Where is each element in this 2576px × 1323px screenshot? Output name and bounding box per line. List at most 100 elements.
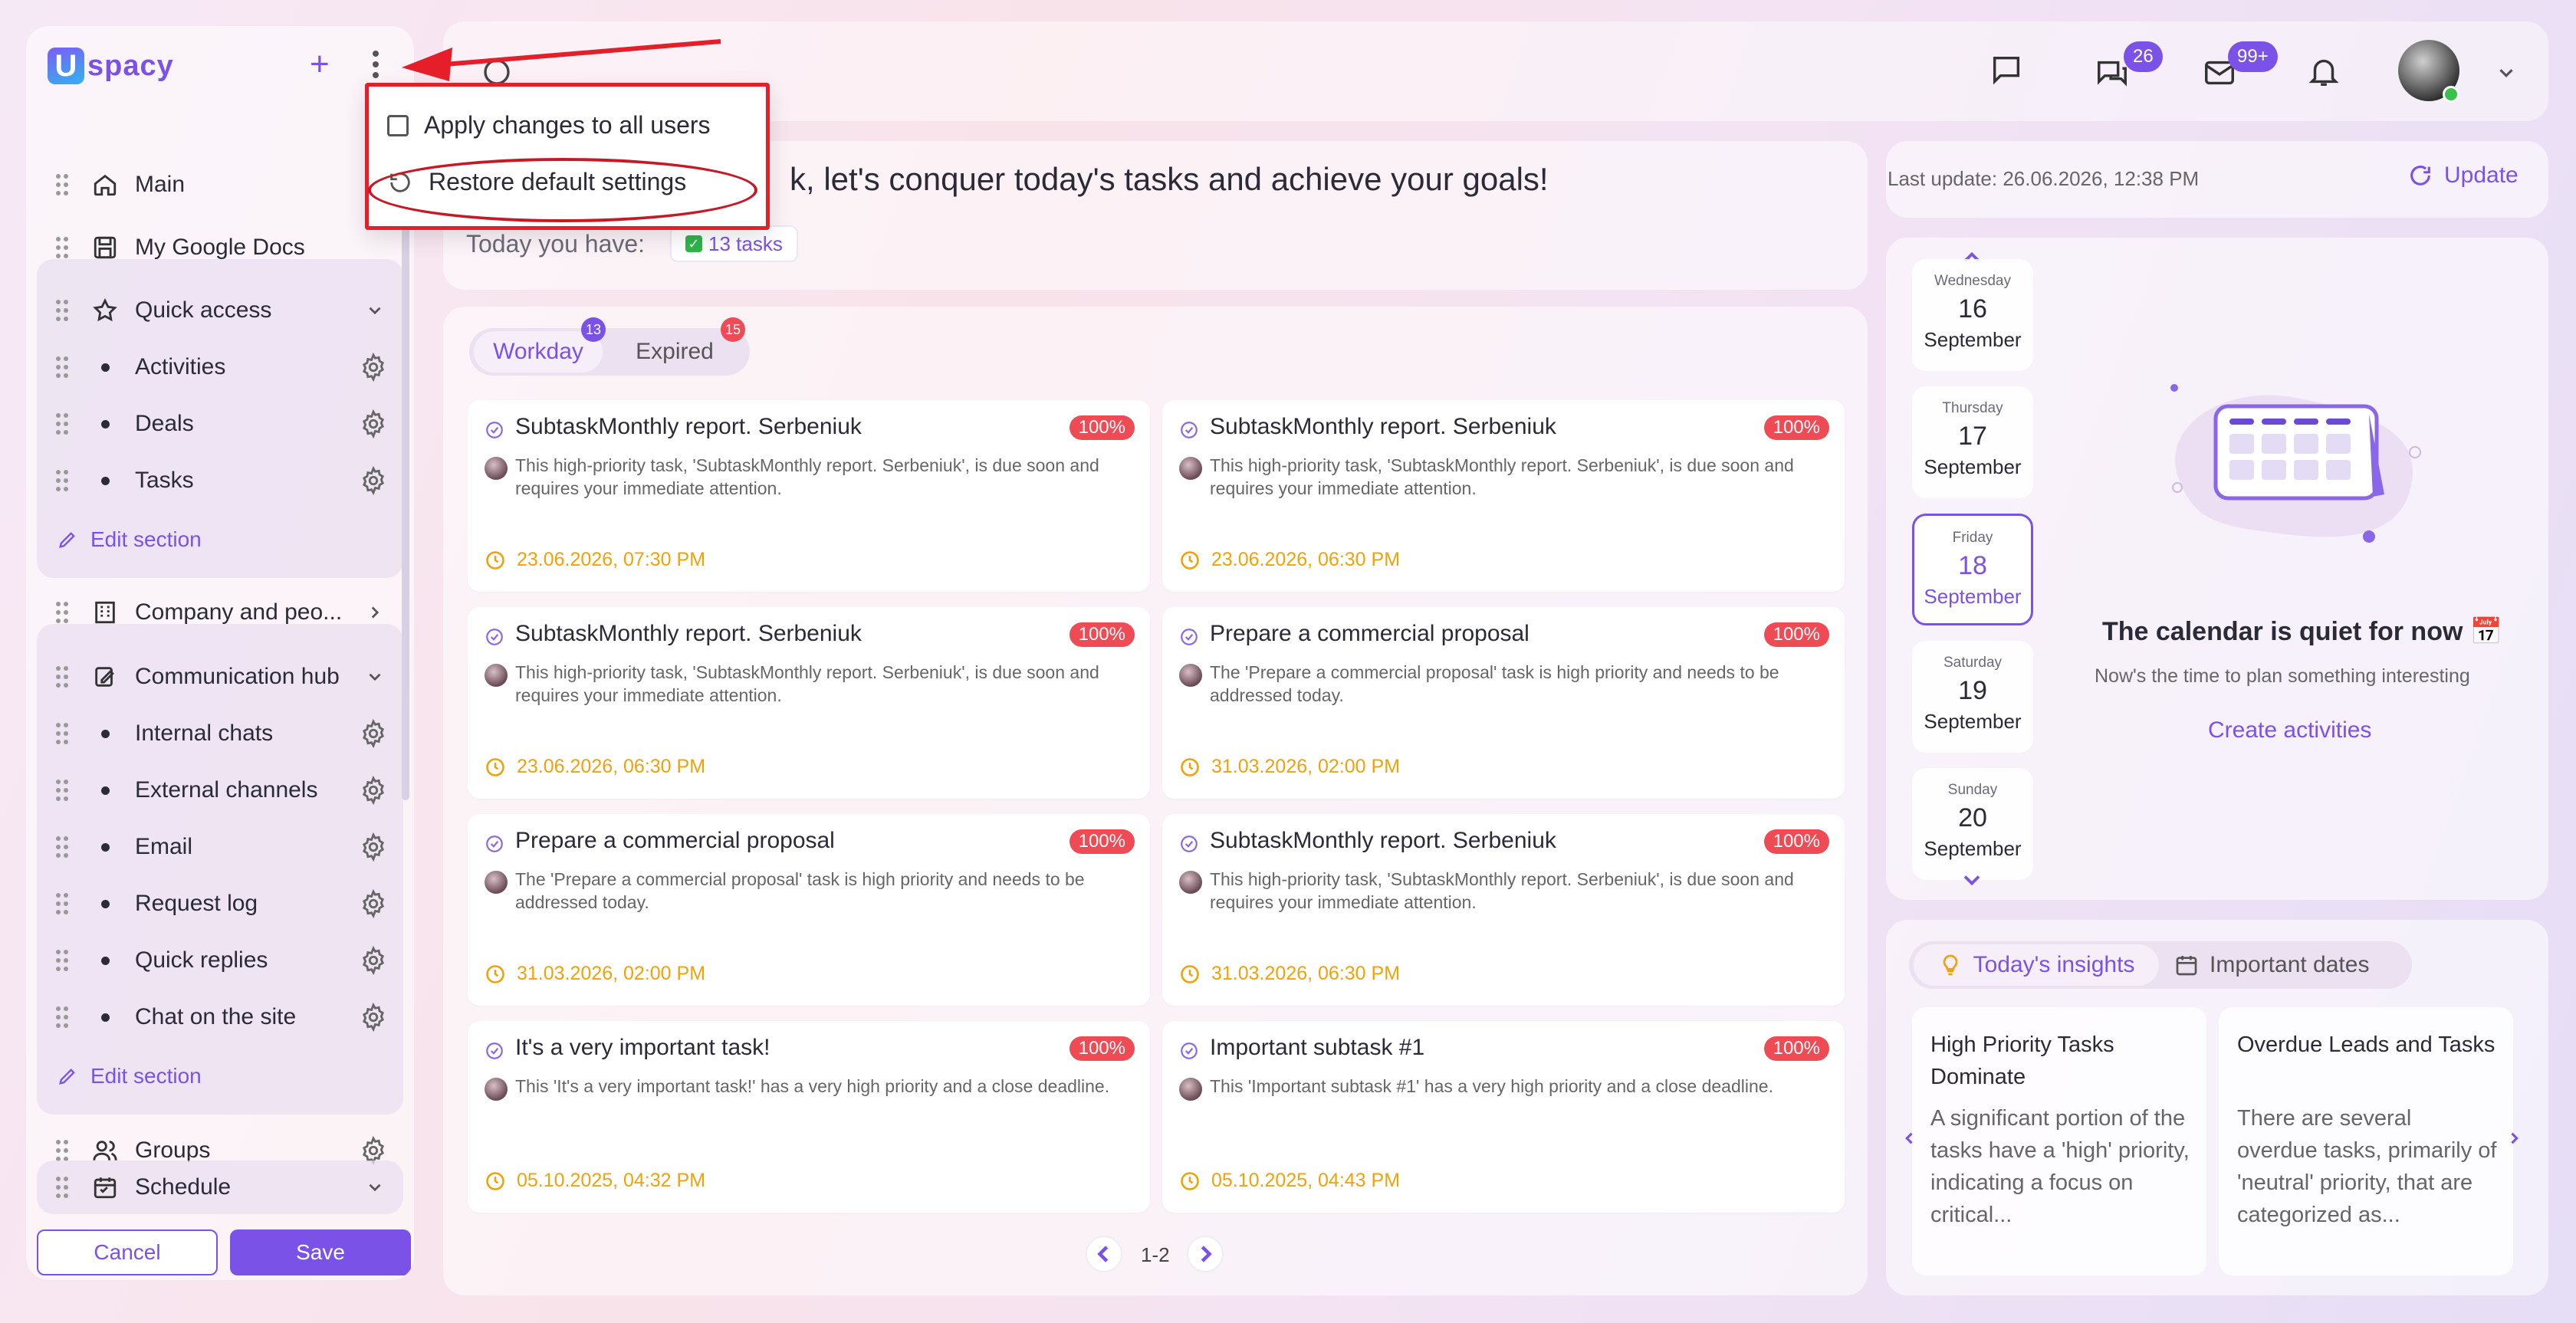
task-description: This high-priority task, 'SubtaskMonthly… — [1210, 869, 1794, 912]
task-assignee-avatar — [1179, 664, 1202, 687]
sidebar-item-label: Chat on the site — [135, 1004, 297, 1029]
prev-page-button[interactable] — [1086, 1236, 1122, 1272]
tab-important-dates[interactable]: Important dates — [2174, 944, 2404, 986]
gear-icon[interactable] — [359, 719, 388, 748]
gear-icon[interactable] — [359, 1003, 388, 1032]
drag-handle-icon[interactable] — [55, 601, 69, 624]
task-assignee-avatar — [485, 871, 508, 894]
gear-icon[interactable] — [359, 776, 388, 805]
sidebar-item-quick-access[interactable]: Quick access — [26, 284, 414, 337]
calendar-scroll-down[interactable] — [1958, 866, 1986, 894]
sidebar-item-communication-hub[interactable]: Communication hub — [26, 650, 414, 704]
drag-handle-icon[interactable] — [55, 892, 69, 915]
drag-handle-icon[interactable] — [55, 356, 69, 379]
pencil-icon — [57, 1065, 78, 1087]
day-month: September — [1924, 710, 2022, 733]
chevron-down-icon[interactable] — [365, 667, 385, 687]
tab-todays-insights[interactable]: Today's insights — [1914, 944, 2159, 986]
task-assignee-avatar — [485, 1078, 508, 1101]
chat-icon[interactable] — [1989, 52, 2024, 87]
drag-handle-icon[interactable] — [55, 835, 69, 858]
clock-icon — [486, 757, 504, 776]
calendar-day[interactable]: Sunday 20 September — [1912, 768, 2033, 880]
more-options-icon[interactable] — [371, 49, 380, 80]
sidebar-item-email[interactable]: Email — [26, 820, 414, 874]
apply-all-checkbox[interactable] — [387, 114, 409, 136]
sidebar: U spacy + Main My Google Docs Quick acce… — [26, 26, 414, 1280]
tab-expired[interactable]: Expired — [613, 331, 736, 373]
drag-handle-icon[interactable] — [55, 779, 69, 802]
sidebar-item-main[interactable]: Main — [26, 158, 414, 212]
sidebar-item-internal-chats[interactable]: Internal chats — [26, 707, 414, 760]
gear-icon[interactable] — [359, 946, 388, 975]
sidebar-item-chat-on-site[interactable]: Chat on the site — [26, 990, 414, 1044]
task-card[interactable]: SubtaskMonthly report. Serbeniuk 100% This… — [468, 607, 1150, 799]
menu-item-apply-all-users[interactable]: Apply changes to all users — [387, 111, 711, 140]
logo[interactable]: U spacy — [48, 48, 174, 84]
sidebar-item-schedule[interactable]: Schedule — [26, 1160, 414, 1214]
update-button[interactable]: Update — [2407, 163, 2518, 189]
drag-handle-icon[interactable] — [55, 412, 69, 435]
gear-icon[interactable] — [359, 466, 388, 495]
drag-handle-icon[interactable] — [55, 949, 69, 972]
tasks-count-chip[interactable]: ✓ 13 tasks — [670, 225, 798, 262]
tasks-count-label: 13 tasks — [708, 232, 783, 255]
task-card[interactable]: SubtaskMonthly report. Serbeniuk 100% This… — [1162, 814, 1845, 1006]
insights-prev-button[interactable] — [1898, 1127, 1921, 1150]
drag-handle-icon[interactable] — [55, 173, 69, 196]
sidebar-item-external-channels[interactable]: External channels — [26, 763, 414, 817]
drag-handle-icon[interactable] — [55, 722, 69, 745]
sidebar-item-tasks[interactable]: Tasks — [26, 454, 414, 507]
users-icon — [92, 1138, 118, 1164]
task-card[interactable]: Prepare a commercial proposal 100% The 'Pr… — [468, 814, 1150, 1006]
task-card[interactable]: SubtaskMonthly report. Serbeniuk 100% This… — [468, 400, 1150, 592]
edit-section-label: Edit section — [90, 527, 202, 551]
chevron-down-icon[interactable] — [365, 1177, 385, 1197]
sidebar-item-deals[interactable]: Deals — [26, 397, 414, 451]
cancel-button[interactable]: Cancel — [37, 1229, 218, 1275]
chevron-down-icon[interactable] — [365, 300, 385, 320]
workday-count-badge: 13 — [581, 317, 606, 342]
bell-icon[interactable] — [2306, 54, 2341, 89]
gear-icon[interactable] — [359, 409, 388, 438]
refresh-icon — [2410, 166, 2430, 185]
edit-section-link[interactable]: Edit section — [57, 527, 202, 552]
sidebar-item-label: Groups — [135, 1138, 211, 1163]
gear-icon[interactable] — [359, 832, 388, 862]
insight-item[interactable]: High Priority Tasks Dominate A significa… — [1912, 1007, 2206, 1275]
calendar-day[interactable]: Saturday 19 September — [1912, 641, 2033, 753]
sidebar-item-activities[interactable]: Activities — [26, 340, 414, 394]
sidebar-item-quick-replies[interactable]: Quick replies — [26, 934, 414, 987]
drag-handle-icon[interactable] — [55, 469, 69, 492]
calendar-day[interactable]: Thursday 17 September — [1912, 386, 2033, 498]
drag-handle-icon[interactable] — [55, 665, 69, 688]
calendar-day[interactable]: Friday 18 September — [1912, 514, 2033, 625]
chevron-down-icon[interactable] — [2495, 61, 2518, 84]
save-button[interactable]: Save — [230, 1229, 411, 1275]
create-activities-link[interactable]: Create activities — [2208, 717, 2371, 744]
gear-icon[interactable] — [359, 353, 388, 382]
add-button[interactable]: + — [310, 48, 330, 81]
drag-handle-icon[interactable] — [55, 1139, 69, 1162]
pencil-icon — [57, 529, 78, 550]
task-card[interactable]: Important subtask #1 100% This 'Important … — [1162, 1021, 1845, 1213]
clock-icon — [1181, 550, 1199, 570]
day-weekday: Wednesday — [1934, 273, 2011, 289]
drag-handle-icon[interactable] — [55, 1176, 69, 1199]
task-card[interactable]: SubtaskMonthly report. Serbeniuk 100% This… — [1162, 400, 1845, 592]
task-card[interactable]: Prepare a commercial proposal 100% The 'Pr… — [1162, 607, 1845, 799]
mail-badge: 99+ — [2228, 41, 2278, 72]
drag-handle-icon[interactable] — [55, 236, 69, 259]
sidebar-item-request-log[interactable]: Request log — [26, 877, 414, 931]
insights-next-button[interactable] — [2502, 1127, 2525, 1150]
gear-icon[interactable] — [359, 889, 388, 918]
day-number: 17 — [1958, 422, 1987, 451]
next-page-button[interactable] — [1187, 1236, 1224, 1272]
drag-handle-icon[interactable] — [55, 1006, 69, 1029]
calendar-day[interactable]: Wednesday 16 September — [1912, 259, 2033, 371]
task-card[interactable]: It's a very important task! 100% This 'It'… — [468, 1021, 1150, 1213]
drag-handle-icon[interactable] — [55, 299, 69, 322]
chevron-right-icon[interactable] — [365, 602, 385, 622]
insight-item[interactable]: Overdue Leads and Tasks There are severa… — [2219, 1007, 2513, 1275]
edit-section-link[interactable]: Edit section — [57, 1064, 202, 1088]
